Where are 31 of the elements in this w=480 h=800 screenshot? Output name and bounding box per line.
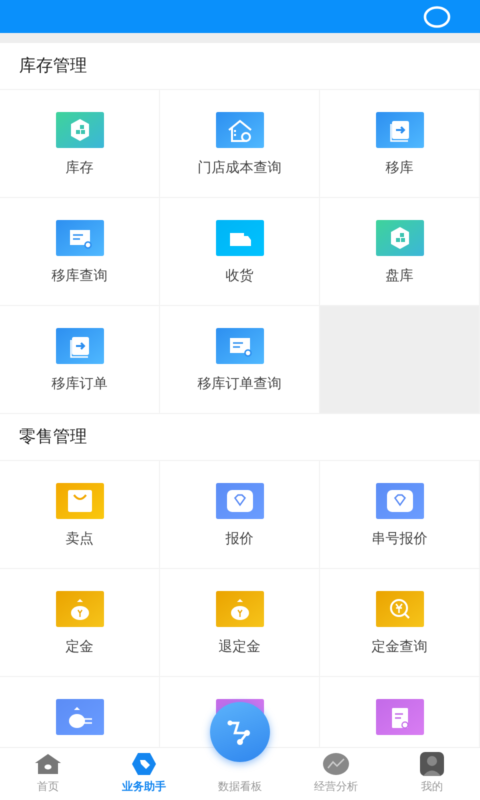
person-icon	[419, 751, 445, 777]
menu-tile[interactable]: 移库查询	[0, 198, 160, 306]
menu-tile[interactable]: 定金	[0, 569, 160, 677]
menu-tile[interactable]: 门店成本查询	[160, 90, 320, 198]
menu-tile[interactable]: 串号报价	[320, 461, 480, 569]
arrow-frame-icon	[56, 328, 104, 364]
document-search-icon	[216, 328, 264, 364]
menu-tile[interactable]: 报价	[160, 461, 320, 569]
menu-tile[interactable]: 库存	[0, 90, 160, 198]
nav-tab[interactable]: 业务助手	[96, 748, 192, 800]
money-bag-icon	[216, 591, 264, 627]
bag-icon	[56, 483, 104, 519]
menu-tile[interactable]: 定金查询	[320, 569, 480, 677]
house-icon	[216, 112, 264, 148]
money-bag-icon	[56, 591, 104, 627]
menu-tile[interactable]: 移库订单查询	[160, 306, 320, 414]
menu-tile[interactable]: 移库订单	[0, 306, 160, 414]
menu-tile[interactable]: 收货	[160, 198, 320, 306]
menu-tile[interactable]: 卖点	[0, 461, 160, 569]
menu-tile[interactable]: 退定金	[160, 569, 320, 677]
home-icon	[34, 753, 62, 775]
menu-tile[interactable]: 盘库	[320, 198, 480, 306]
tag-icon	[131, 752, 157, 776]
chart-icon	[322, 752, 350, 776]
arrow-frame-icon	[376, 112, 424, 148]
money-bag-icon	[56, 699, 104, 735]
document-search-icon	[56, 220, 104, 256]
ring-icon[interactable]	[423, 6, 451, 28]
yen-search-icon	[376, 591, 424, 627]
clipboard-icon	[376, 699, 424, 735]
menu-tile[interactable]: 移库	[320, 90, 480, 198]
